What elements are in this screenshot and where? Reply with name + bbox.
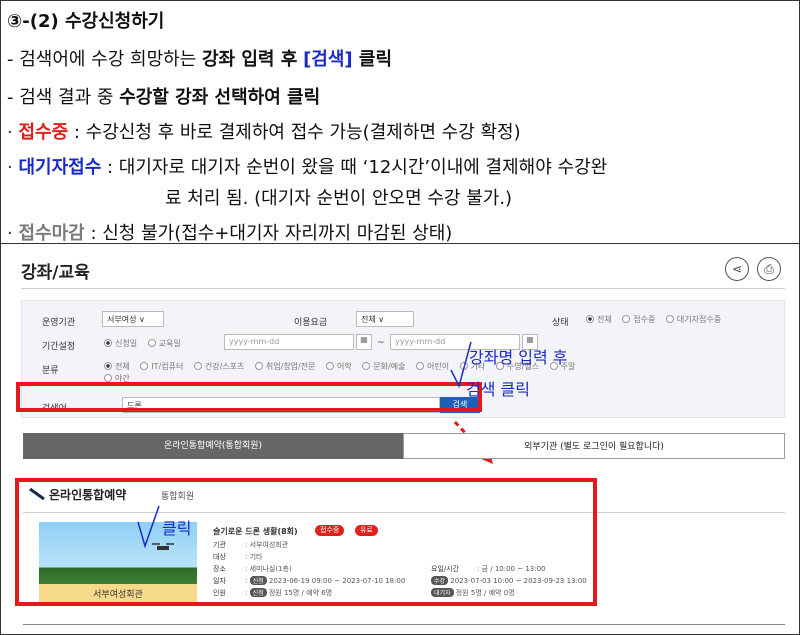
bottom-divider bbox=[23, 624, 785, 625]
tab-external[interactable]: 외부기관 (별도 로그인이 필요합니다) bbox=[403, 433, 785, 459]
status-label: 상태 bbox=[552, 318, 569, 328]
page-title: 강좌/교육 bbox=[21, 263, 90, 283]
date-separator: ~ bbox=[377, 338, 385, 348]
status-waitlist-desc-cont: 료 처리 됨. (대기자 순번이 안오면 수강 불가.) bbox=[165, 188, 513, 209]
instruction-step-select: - 검색 결과 중 수강할 강좌 선택하여 클릭 bbox=[7, 87, 321, 108]
instruction-step-search: - 검색어에 수강 희망하는 강좌 입력 후 [검색] 클릭 bbox=[7, 49, 393, 70]
share-icon[interactable]: ⋖ bbox=[725, 257, 749, 281]
tab-online-reservation[interactable]: 온라인통합예약(통합회원) bbox=[23, 433, 403, 459]
calendar-icon[interactable]: ▦ bbox=[356, 334, 372, 350]
status-closed-desc: · 접수마감 : 신청 불가(접수+대기자 자리까지 마감된 상태) bbox=[7, 223, 453, 244]
fee-label: 이용요금 bbox=[294, 318, 328, 328]
status-radio-group[interactable]: 전체 접수중 대기자접수중 bbox=[578, 314, 721, 325]
course-page-screenshot: 강좌/교육 ⋖ ⎙ 운영기관 서부여성 ∨ 이용요금 전체 ∨ 상태 전체 접수… bbox=[0, 244, 800, 635]
status-waitlist-label: 대기자접수 bbox=[18, 157, 102, 178]
highlight-course-result bbox=[15, 478, 597, 606]
org-select[interactable]: 서부여성 ∨ bbox=[102, 311, 164, 327]
result-tabs: 온라인통합예약(통합회원) 외부기관 (별도 로그인이 필요합니다) bbox=[23, 433, 785, 459]
status-waitlist-desc: · 대기자접수 : 대기자로 대기자 순번이 왔을 때 ‘12시간’이내에 결제… bbox=[7, 157, 608, 178]
org-label: 운영기관 bbox=[42, 318, 76, 328]
title-divider bbox=[21, 288, 785, 289]
period-radio-group[interactable]: 신청일 교육일 bbox=[96, 338, 181, 349]
category-label: 분류 bbox=[42, 366, 59, 376]
highlight-search-row bbox=[16, 382, 482, 412]
annotation-enter-course: 강좌명 입력 후 bbox=[469, 348, 568, 367]
status-open-label: 접수중 bbox=[18, 122, 69, 143]
status-open-desc: · 접수중 : 수강신청 후 바로 결제하여 접수 가능(결제하면 수강 확정) bbox=[7, 122, 521, 143]
annotation-click-search: 검색 클릭 bbox=[466, 380, 530, 399]
period-label: 기간설정 bbox=[42, 342, 76, 352]
fee-select[interactable]: 전체 ∨ bbox=[356, 311, 414, 327]
instruction-box: ③-(2) 수강신청하기 - 검색어에 수강 희망하는 강좌 입력 후 [검색]… bbox=[0, 0, 800, 244]
date-from-input[interactable]: yyyy-mm-dd bbox=[224, 334, 354, 350]
instruction-heading: ③-(2) 수강신청하기 bbox=[7, 11, 165, 32]
status-closed-label: 접수마감 bbox=[18, 223, 85, 244]
print-icon[interactable]: ⎙ bbox=[757, 257, 781, 281]
